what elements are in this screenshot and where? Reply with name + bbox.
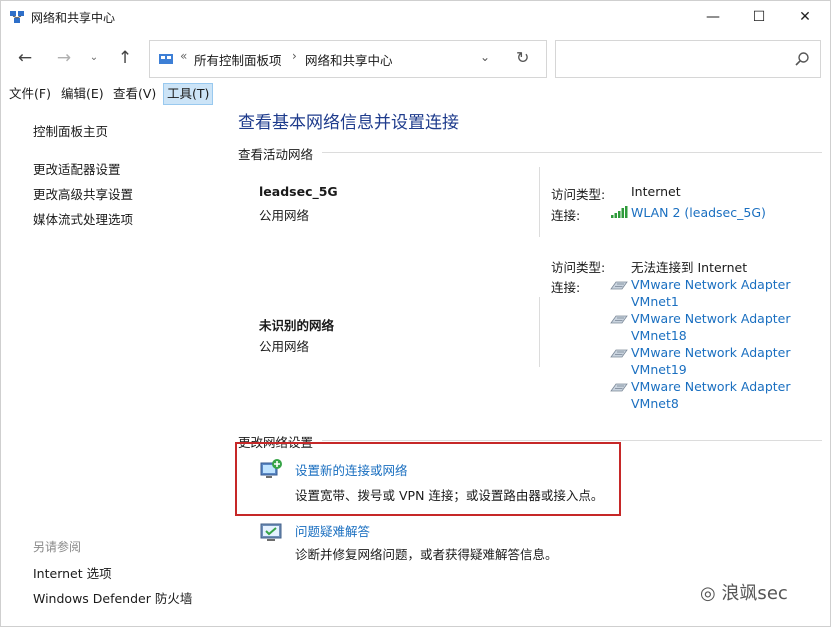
sidebar-link-control-panel-home[interactable]: 控制面板主页 xyxy=(33,121,108,140)
connection-link-vmnet19[interactable]: VMware Network Adapter VMnet19 xyxy=(631,344,791,378)
menu-bar: 文件(F) 编辑(E) 查看(V) 工具(T) xyxy=(1,83,830,105)
connection-link-vmnet1[interactable]: VMware Network Adapter VMnet1 xyxy=(631,276,791,310)
forward-arrow-icon[interactable]: → xyxy=(51,45,77,71)
refresh-icon[interactable]: ↻ xyxy=(516,48,529,67)
minimize-button[interactable]: — xyxy=(690,1,736,33)
access-type-value: 无法连接到 Internet xyxy=(631,260,748,275)
see-also-heading: 另请参阅 xyxy=(33,540,82,554)
up-arrow-icon[interactable]: ↑ xyxy=(112,45,138,71)
ethernet-adapter-icon xyxy=(610,315,628,324)
network-divider xyxy=(539,297,540,367)
menu-edit[interactable]: 编辑(E) xyxy=(58,83,107,105)
back-arrow-icon[interactable]: ← xyxy=(12,45,38,71)
troubleshoot-link[interactable]: 问题疑难解答 xyxy=(295,521,370,540)
watermark-logo-icon: ◎ xyxy=(700,583,722,604)
network-type: 公用网络 xyxy=(259,208,310,223)
network-divider xyxy=(539,167,540,237)
address-bar[interactable]: « 所有控制面板项 › 网络和共享中心 ⌄ ↻ xyxy=(149,40,547,78)
menu-file[interactable]: 文件(F) xyxy=(6,83,54,105)
connection-link-line[interactable]: VMware Network Adapter xyxy=(631,277,791,292)
connection-link-line[interactable]: VMware Network Adapter xyxy=(631,345,791,360)
connection-link-line[interactable]: VMnet8 xyxy=(631,396,679,411)
ethernet-adapter-icon xyxy=(610,281,628,290)
active-networks-heading: 查看活动网络 xyxy=(238,147,314,162)
access-type-label: 访问类型: xyxy=(551,260,606,275)
connections-label: 连接: xyxy=(551,280,581,295)
connection-link-line[interactable]: VMware Network Adapter xyxy=(631,379,791,394)
menu-view[interactable]: 查看(V) xyxy=(110,83,159,105)
sidebar-link-change-adapter-settings[interactable]: 更改适配器设置 xyxy=(33,159,121,178)
network-name: leadsec_5G xyxy=(259,184,338,199)
connections-label: 连接: xyxy=(551,208,581,223)
title-bar: 网络和共享中心 — ☐ ✕ xyxy=(1,1,830,33)
control-panel-icon xyxy=(159,54,173,64)
main-content: 查看基本网络信息并设置连接 查看活动网络 leadsec_5G 公用网络 访问类… xyxy=(214,105,830,626)
breadcrumb-network-center[interactable]: 网络和共享中心 xyxy=(305,50,393,69)
setup-new-connection-desc: 设置宽带、拨号或 VPN 连接；或设置路由器或接入点。 xyxy=(295,488,604,503)
wifi-signal-icon xyxy=(611,206,628,218)
connection-link-line[interactable]: VMware Network Adapter xyxy=(631,311,791,326)
page-title: 查看基本网络信息并设置连接 xyxy=(238,113,459,133)
sidebar-link-media-streaming[interactable]: 媒体流式处理选项 xyxy=(33,209,133,228)
connection-link-vmnet18[interactable]: VMware Network Adapter VMnet18 xyxy=(631,310,791,344)
navigation-bar: ← → ⌄ ↑ « 所有控制面板项 › 网络和共享中心 ⌄ ↻ xyxy=(1,35,830,79)
watermark: ◎ 浪飒sec xyxy=(700,579,788,605)
sidebar-link-advanced-sharing[interactable]: 更改高级共享设置 xyxy=(33,184,133,203)
recent-locations-chevron-icon[interactable]: ⌄ xyxy=(81,45,107,71)
network-name: 未识别的网络 xyxy=(259,318,335,333)
troubleshoot-icon xyxy=(260,523,282,541)
network-center-icon xyxy=(10,11,24,23)
breadcrumb-prefix[interactable]: « xyxy=(180,49,187,63)
connection-link-line[interactable]: VMnet19 xyxy=(631,362,687,377)
close-button[interactable]: ✕ xyxy=(782,1,828,33)
window: 网络和共享中心 — ☐ ✕ ← → ⌄ ↑ « 所有控制面板项 › 网络和共享中… xyxy=(0,0,831,627)
search-icon[interactable] xyxy=(794,51,810,67)
access-type-label: 访问类型: xyxy=(551,187,606,202)
sidebar-link-defender-firewall[interactable]: Windows Defender 防火墙 xyxy=(33,588,192,607)
new-connection-icon xyxy=(260,459,282,478)
access-type-value: Internet xyxy=(631,184,681,199)
breadcrumb-all-control-panel-items[interactable]: 所有控制面板项 xyxy=(194,50,282,69)
search-input[interactable] xyxy=(555,40,821,78)
connection-link-line[interactable]: VMnet1 xyxy=(631,294,679,309)
connection-link-wlan2[interactable]: WLAN 2 (leadsec_5G) xyxy=(631,204,766,221)
network-type: 公用网络 xyxy=(259,339,310,354)
breadcrumb-separator[interactable]: › xyxy=(292,49,297,63)
connection-link-vmnet8[interactable]: VMware Network Adapter VMnet8 xyxy=(631,378,791,412)
setup-new-connection-link[interactable]: 设置新的连接或网络 xyxy=(295,460,408,479)
ethernet-adapter-icon xyxy=(610,349,628,358)
sidebar-link-internet-options[interactable]: Internet 选项 xyxy=(33,563,112,582)
address-dropdown-chevron-icon[interactable]: ⌄ xyxy=(480,50,490,64)
ethernet-adapter-icon xyxy=(610,383,628,392)
troubleshoot-desc: 诊断并修复网络问题，或者获得疑难解答信息。 xyxy=(295,547,558,562)
connection-link-line[interactable]: VMnet18 xyxy=(631,328,687,343)
highlight-box xyxy=(235,442,621,516)
section-divider xyxy=(322,440,822,441)
menu-tools[interactable]: 工具(T) xyxy=(163,83,214,105)
maximize-button[interactable]: ☐ xyxy=(736,1,782,33)
section-divider xyxy=(322,152,822,153)
watermark-text: 浪飒sec xyxy=(721,583,788,604)
window-title: 网络和共享中心 xyxy=(31,11,116,25)
sidebar: 控制面板主页 更改适配器设置 更改高级共享设置 媒体流式处理选项 另请参阅 In… xyxy=(1,105,214,626)
